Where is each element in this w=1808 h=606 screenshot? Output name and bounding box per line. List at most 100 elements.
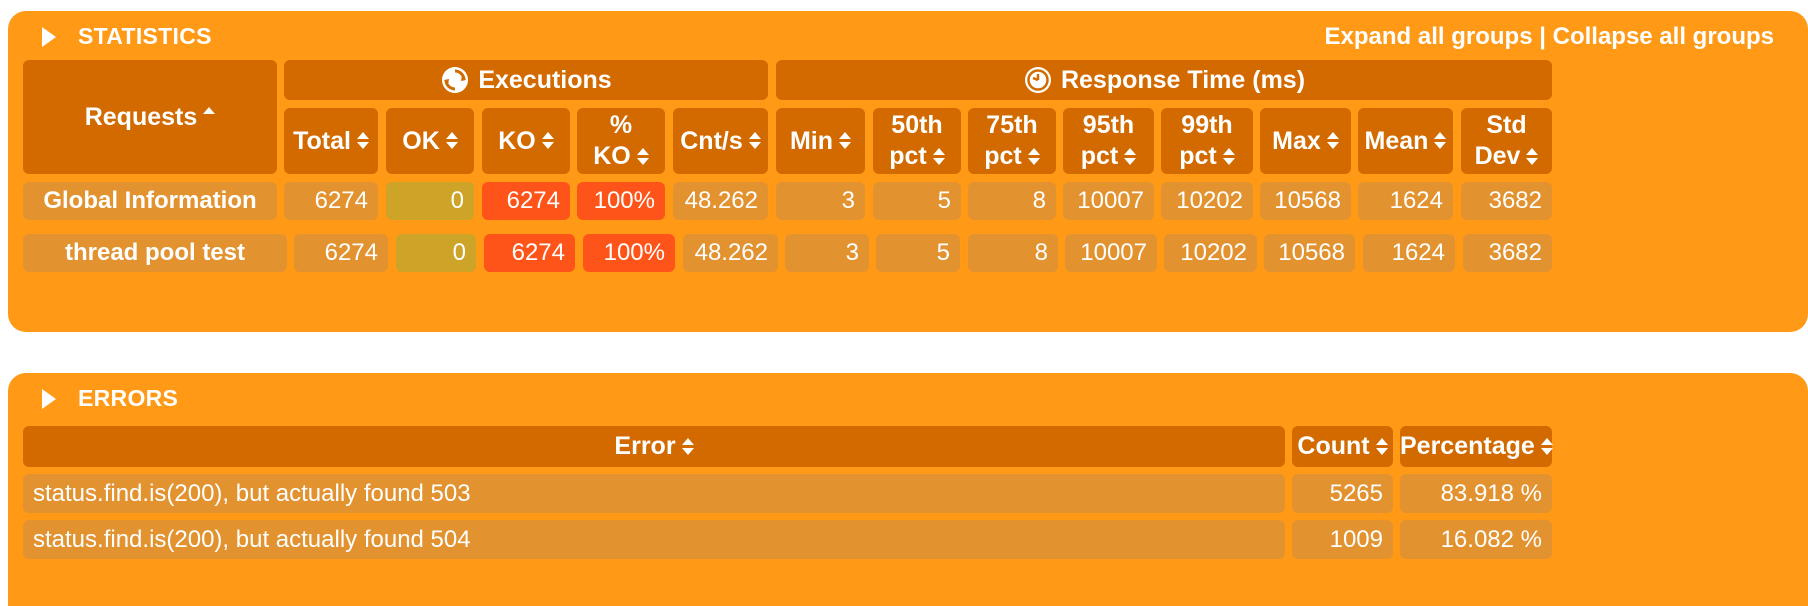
cell-p75: 8: [968, 182, 1056, 220]
cell-ok: 0: [396, 234, 476, 272]
cell-mean: 1624: [1363, 234, 1455, 272]
column-header-count[interactable]: Count: [1292, 426, 1393, 467]
errors-title: ERRORS: [78, 385, 179, 411]
column-header-mean[interactable]: Mean: [1358, 108, 1453, 174]
cell-min: 3: [785, 234, 869, 272]
row-name[interactable]: thread pool test: [23, 234, 287, 272]
executions-header-label: Executions: [478, 65, 612, 94]
cell-count: 1009: [1292, 520, 1393, 559]
p50-header-label-line1: 50th: [891, 111, 943, 139]
statistics-header[interactable]: STATISTICS Expand all groups | Collapse …: [8, 11, 1808, 61]
sort-icon: [1222, 147, 1235, 167]
refresh-icon: [442, 67, 469, 93]
sort-icon: [1540, 437, 1554, 457]
column-header-p99[interactable]: 99th pct: [1161, 108, 1253, 174]
sort-icon: [1526, 147, 1539, 167]
cell-p75: 8: [968, 234, 1058, 272]
sort-icon: [748, 131, 761, 151]
sort-icon: [839, 131, 852, 151]
min-header-label: Min: [789, 126, 834, 155]
sort-icon: [1434, 131, 1447, 151]
sort-icon: [541, 131, 554, 151]
expand-all-groups-link[interactable]: Expand all groups: [1325, 23, 1533, 50]
cell-p95: 10007: [1065, 234, 1157, 272]
cell-std-dev: 3682: [1461, 182, 1552, 220]
sort-icon: [356, 131, 369, 151]
cell-total: 6274: [294, 234, 388, 272]
cell-std-dev: 3682: [1463, 234, 1552, 272]
column-header-error[interactable]: Error: [23, 426, 1285, 467]
collapse-all-groups-link[interactable]: Collapse all groups: [1553, 23, 1774, 50]
errors-header[interactable]: ERRORS: [8, 373, 1808, 423]
cell-total: 6274: [284, 182, 378, 220]
column-header-ok[interactable]: OK: [386, 108, 474, 174]
cell-p50: 5: [876, 234, 960, 272]
sort-icon: [636, 147, 649, 167]
sort-icon: [1124, 147, 1137, 167]
ok-header-label: OK: [402, 126, 440, 155]
cell-max: 10568: [1264, 234, 1355, 272]
cell-cnt-s: 48.262: [683, 234, 778, 272]
executions-group-header: Executions: [284, 60, 768, 100]
sort-icon: [932, 147, 945, 167]
column-header-std-dev[interactable]: Std Dev: [1461, 108, 1552, 174]
column-header-min[interactable]: Min: [776, 108, 865, 174]
mean-header-label: Mean: [1364, 126, 1429, 155]
cell-p50: 5: [873, 182, 961, 220]
cell-percentage: 16.082 %: [1400, 520, 1552, 559]
sort-icon: [1027, 147, 1040, 167]
p75-header-label-line1: 75th: [986, 111, 1038, 139]
ko-header-label: KO: [498, 126, 536, 155]
p75-header-label-line2: pct: [984, 142, 1022, 170]
sort-icon: [445, 131, 458, 151]
cell-ok: 0: [386, 182, 474, 220]
column-header-p50[interactable]: 50th pct: [873, 108, 961, 174]
std-header-label-line2: Dev: [1474, 142, 1521, 170]
pct-ko-header-label-line1: %: [609, 111, 633, 139]
cell-error: status.find.is(200), but actually found …: [23, 474, 1285, 513]
statistics-panel: STATISTICS Expand all groups | Collapse …: [8, 11, 1808, 332]
response-time-group-header: Response Time (ms): [776, 60, 1552, 100]
cell-p95: 10007: [1063, 182, 1154, 220]
column-header-requests[interactable]: Requests: [23, 60, 277, 174]
p95-header-label-line1: 95th: [1082, 111, 1135, 139]
triangle-right-icon[interactable]: [42, 27, 56, 47]
column-header-ko[interactable]: KO: [482, 108, 570, 174]
links-separator: |: [1539, 23, 1546, 50]
cell-pct-ko: 100%: [577, 182, 665, 220]
column-header-p75[interactable]: 75th pct: [968, 108, 1056, 174]
sort-asc-icon: [203, 105, 216, 117]
p95-header-label-line2: pct: [1080, 142, 1119, 170]
column-header-max[interactable]: Max: [1260, 108, 1351, 174]
column-header-percentage[interactable]: Percentage: [1400, 426, 1554, 467]
cell-p99: 10202: [1164, 234, 1257, 272]
cell-ko: 6274: [484, 234, 575, 272]
p50-header-label-line2: pct: [889, 142, 927, 170]
cell-percentage: 83.918 %: [1400, 474, 1552, 513]
requests-header-label: Requests: [84, 102, 198, 131]
cell-max: 10568: [1260, 182, 1351, 220]
cnt-s-header-label: Cnt/s: [680, 126, 743, 155]
column-header-pct-ko[interactable]: % KO: [577, 108, 665, 174]
column-header-cnt-s[interactable]: Cnt/s: [673, 108, 768, 174]
count-header-label: Count: [1297, 432, 1370, 460]
error-header-label: Error: [614, 432, 676, 460]
max-header-label: Max: [1272, 126, 1321, 155]
group-links: Expand all groups | Collapse all groups: [1325, 23, 1774, 51]
triangle-right-icon[interactable]: [42, 389, 56, 409]
sort-icon: [1375, 437, 1388, 457]
p99-header-label-line1: 99th: [1181, 111, 1233, 139]
percentage-header-label: Percentage: [1400, 432, 1535, 460]
cell-min: 3: [776, 182, 865, 220]
total-header-label: Total: [293, 126, 351, 155]
response-time-header-label: Response Time (ms): [1060, 65, 1306, 94]
cell-error: status.find.is(200), but actually found …: [23, 520, 1285, 559]
column-header-total[interactable]: Total: [284, 108, 378, 174]
cell-mean: 1624: [1358, 182, 1453, 220]
statistics-title: STATISTICS: [78, 23, 212, 49]
row-name: Global Information: [23, 182, 277, 220]
sort-icon: [1326, 131, 1339, 151]
cell-pct-ko: 100%: [583, 234, 675, 272]
std-header-label-line1: Std: [1486, 111, 1527, 139]
column-header-p95[interactable]: 95th pct: [1063, 108, 1154, 174]
